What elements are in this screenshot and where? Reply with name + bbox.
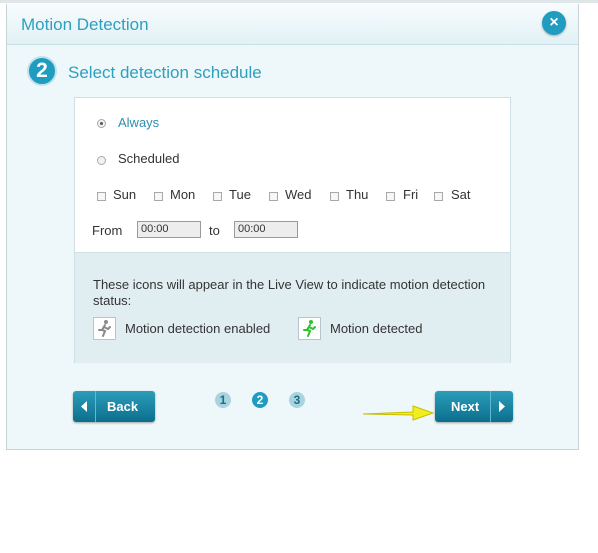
to-label: to: [209, 223, 220, 238]
window-top-border: [0, 0, 598, 3]
back-button-label: Back: [107, 399, 139, 414]
day-checkbox-thu[interactable]: [330, 192, 339, 201]
day-checkbox-fri[interactable]: [386, 192, 395, 201]
step-title: Select detection schedule: [68, 63, 262, 82]
day-checkbox-sun[interactable]: [97, 192, 106, 201]
radio-always[interactable]: [97, 119, 106, 128]
step-number-badge: 2: [27, 56, 57, 86]
chevron-left-icon: [73, 391, 96, 422]
day-label-sun[interactable]: Sun: [113, 187, 136, 202]
day-label-fri[interactable]: Fri: [403, 187, 418, 202]
close-icon: ×: [549, 14, 559, 31]
chevron-right-icon: [490, 391, 513, 422]
next-button[interactable]: Next: [435, 391, 513, 422]
pager-step-2[interactable]: 2: [252, 392, 268, 408]
day-label-mon[interactable]: Mon: [170, 187, 195, 202]
close-button[interactable]: ×: [542, 11, 566, 35]
day-checkbox-mon[interactable]: [154, 192, 163, 201]
dialog-title: Motion Detection: [21, 15, 149, 34]
motion-detection-dialog: Motion Detection × 2 Select detection sc…: [6, 4, 579, 450]
motion-detected-label: Motion detected: [330, 321, 423, 336]
motion-enabled-label: Motion detection enabled: [125, 321, 271, 336]
from-time-input[interactable]: 00:00: [137, 221, 201, 238]
day-label-sat[interactable]: Sat: [451, 187, 471, 202]
radio-label-always[interactable]: Always: [118, 115, 159, 130]
motion-enabled-icon: [93, 317, 116, 340]
dialog-header: Motion Detection ×: [7, 4, 578, 45]
day-checkbox-sat[interactable]: [434, 192, 443, 201]
pager-step-3[interactable]: 3: [289, 392, 305, 408]
day-label-wed[interactable]: Wed: [285, 187, 312, 202]
day-checkbox-tue[interactable]: [213, 192, 222, 201]
pager-step-1[interactable]: 1: [215, 392, 231, 408]
status-icons-info: These icons will appear in the Live View…: [75, 252, 510, 363]
radio-label-scheduled[interactable]: Scheduled: [118, 151, 179, 166]
day-checkbox-wed[interactable]: [269, 192, 278, 201]
schedule-panel: Always Scheduled Sun Mon Tue Wed Thu Fri…: [74, 97, 511, 363]
yellow-arrow-icon: [361, 402, 437, 429]
motion-detected-icon: [298, 317, 321, 340]
next-button-label: Next: [451, 399, 480, 414]
back-button[interactable]: Back: [73, 391, 155, 422]
radio-scheduled[interactable]: [97, 156, 106, 165]
day-label-thu[interactable]: Thu: [346, 187, 368, 202]
from-label: From: [92, 223, 123, 238]
info-text: These icons will appear in the Live View…: [93, 277, 486, 308]
to-time-input[interactable]: 00:00: [234, 221, 298, 238]
day-label-tue[interactable]: Tue: [229, 187, 251, 202]
